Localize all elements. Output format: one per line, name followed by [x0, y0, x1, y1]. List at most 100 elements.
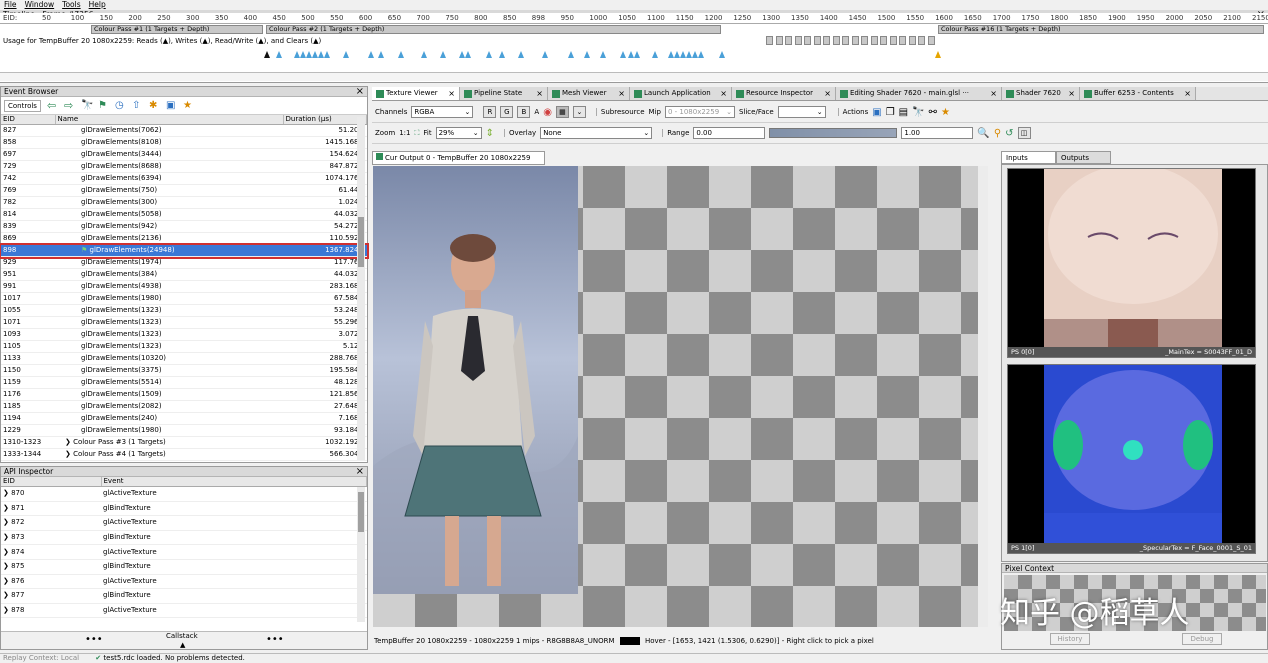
table-row[interactable]: ❯ 874 glActiveTexture — [1, 544, 367, 560]
expand-icon[interactable]: ❯ — [3, 606, 11, 614]
settings-icon[interactable]: ✱ — [149, 100, 161, 112]
pass-marker[interactable] — [889, 36, 897, 45]
color-wheel-icon[interactable]: ◉ — [543, 107, 552, 118]
usage-read-marker[interactable] — [421, 51, 427, 58]
tab-0[interactable]: Texture Viewer × — [372, 87, 460, 100]
tab-6[interactable]: Shader 7620 × — [1002, 87, 1080, 100]
col-name[interactable]: Name — [55, 115, 284, 125]
callstack-label[interactable]: Callstack — [166, 632, 198, 640]
close-icon[interactable]: × — [448, 87, 455, 100]
tab-2[interactable]: Mesh Viewer × — [548, 87, 630, 100]
usage-read-marker[interactable] — [398, 51, 404, 58]
table-row[interactable]: 1185 glDrawElements(2082) 27.648 — [1, 400, 367, 413]
pass-marker[interactable] — [880, 36, 887, 45]
pass-bar-16[interactable]: Colour Pass #16 (1 Targets + Depth) — [938, 25, 1264, 34]
link-icon[interactable]: ⚯ — [929, 107, 937, 118]
table-row[interactable]: 1176 glDrawElements(1509) 121.856 — [1, 388, 367, 401]
table-row[interactable]: 929 glDrawElements(1974) 117.76 — [1, 256, 367, 269]
expand-icon[interactable]: ❯ — [3, 533, 11, 541]
debug-button[interactable]: Debug — [1182, 633, 1222, 645]
channel-r-toggle[interactable]: R — [483, 106, 497, 118]
pass-marker[interactable] — [785, 36, 792, 45]
expand-icon[interactable]: ❯ — [3, 577, 11, 585]
bookmark-icon[interactable]: ★ — [941, 107, 950, 118]
menu-tools[interactable]: Tools — [62, 0, 80, 10]
usage-read-marker[interactable] — [719, 51, 725, 58]
output-tab[interactable]: Cur Output 0 - TempBuffer 20 1080x2259 — [372, 151, 545, 165]
usage-read-marker[interactable] — [600, 51, 606, 58]
table-row[interactable]: 1093 glDrawElements(1323) 3.072 — [1, 328, 367, 341]
pass-marker[interactable] — [861, 36, 868, 45]
collapse-up-icon[interactable]: ▲ — [180, 641, 185, 649]
table-row[interactable]: 991 glDrawElements(4938) 283.168 — [1, 280, 367, 293]
close-icon[interactable]: × — [1184, 87, 1191, 100]
more-icon[interactable]: ••• — [266, 634, 284, 645]
table-row[interactable]: ❯ 871 glBindTexture — [1, 501, 367, 517]
close-icon[interactable]: × — [356, 87, 367, 97]
close-icon[interactable]: × — [824, 87, 831, 100]
menu-window[interactable]: Window — [25, 0, 55, 10]
tab-inputs[interactable]: Inputs — [1001, 151, 1056, 164]
usage-read-marker[interactable] — [378, 51, 384, 58]
usage-read-marker[interactable] — [584, 51, 590, 58]
usage-clear-marker[interactable] — [264, 51, 270, 58]
checker-icon[interactable]: ▦ — [555, 106, 569, 118]
pass-marker[interactable] — [918, 36, 925, 45]
table-row[interactable]: 898 ⚑ glDrawElements(24948) 1367.824 — [0, 242, 369, 259]
pass-marker[interactable] — [804, 36, 811, 45]
expand-icon[interactable]: ❯ — [65, 450, 73, 458]
tab-4[interactable]: Resource Inspector × — [732, 87, 836, 100]
menu-file[interactable]: File — [4, 0, 17, 10]
canvas-vscrollbar[interactable] — [978, 166, 988, 627]
table-row[interactable]: ❯ 873 glBindTexture — [1, 530, 367, 546]
table-row[interactable]: 1229 glDrawElements(1980) 93.184 — [1, 424, 367, 437]
table-row[interactable]: 858 glDrawElements(8108) 1415.168 — [1, 136, 367, 149]
table-row[interactable]: ❯ 877 glBindTexture — [1, 588, 367, 604]
close-icon[interactable]: × — [720, 87, 727, 100]
range-max-input[interactable]: 1.00 — [901, 127, 974, 139]
tab-5[interactable]: Editing Shader 7620 - main.glsl ··· × — [836, 87, 1002, 100]
tab-1[interactable]: Pipeline State × — [460, 87, 548, 100]
close-icon[interactable]: × — [618, 87, 625, 100]
pass-marker[interactable] — [870, 36, 878, 45]
expand-icon[interactable]: ❯ — [3, 504, 11, 512]
api-scroll-thumb[interactable] — [358, 492, 364, 532]
slice-select[interactable]: ⌄ — [777, 106, 826, 118]
fit-button[interactable]: Fit — [423, 129, 431, 137]
expand-icon[interactable]: ❯ — [3, 562, 11, 570]
table-row[interactable]: ❯ 872 glActiveTexture — [1, 515, 367, 531]
usage-read-marker[interactable] — [324, 51, 330, 58]
pass-marker[interactable] — [823, 36, 830, 45]
table-row[interactable]: 1194 glDrawElements(240) 7.168 — [1, 412, 367, 425]
save-icon[interactable]: ▣ — [872, 107, 881, 118]
usage-read-marker[interactable] — [440, 51, 446, 58]
expand-icon[interactable]: ❯ — [3, 489, 11, 497]
event-scrollbar[interactable] — [357, 117, 365, 460]
open-icon[interactable]: ▤ — [899, 107, 908, 118]
table-row[interactable]: 742 glDrawElements(6394) 1074.176 — [1, 172, 367, 185]
table-row[interactable]: 951 glDrawElements(384) 44.032 — [1, 268, 367, 281]
usage-read-marker[interactable] — [620, 51, 626, 58]
table-row[interactable]: 1055 glDrawElements(1323) 53.248 — [1, 304, 367, 317]
usage-read-marker[interactable] — [652, 51, 658, 58]
pass-marker[interactable] — [813, 36, 821, 45]
auto-fit-icon[interactable]: ⚲ — [994, 128, 1001, 139]
bookmark-icon[interactable]: ★ — [183, 100, 195, 112]
usage-read-marker[interactable] — [518, 51, 524, 58]
close-icon[interactable]: × — [1068, 87, 1075, 100]
table-row[interactable]: ❯ 875 glBindTexture — [1, 559, 367, 575]
usage-read-marker[interactable] — [634, 51, 640, 58]
history-button[interactable]: History — [1050, 633, 1090, 645]
pass-marker[interactable] — [832, 36, 840, 45]
timeline-scrollbar[interactable] — [0, 72, 1268, 81]
channel-a-toggle[interactable]: A — [534, 108, 539, 116]
channels-select[interactable]: RGBA ⌄ — [411, 106, 474, 118]
usage-read-marker[interactable] — [465, 51, 471, 58]
overlay-select[interactable]: None ⌄ — [540, 127, 653, 139]
usage-read-marker[interactable] — [343, 51, 349, 58]
table-row[interactable]: 1159 glDrawElements(5514) 48.128 — [1, 376, 367, 389]
flag-icon[interactable]: ⚑ — [98, 100, 110, 112]
find-icon[interactable]: 🔭 — [912, 107, 924, 118]
channel-g-toggle[interactable]: G — [500, 106, 514, 118]
reset-icon[interactable]: ↺ — [1005, 128, 1013, 139]
